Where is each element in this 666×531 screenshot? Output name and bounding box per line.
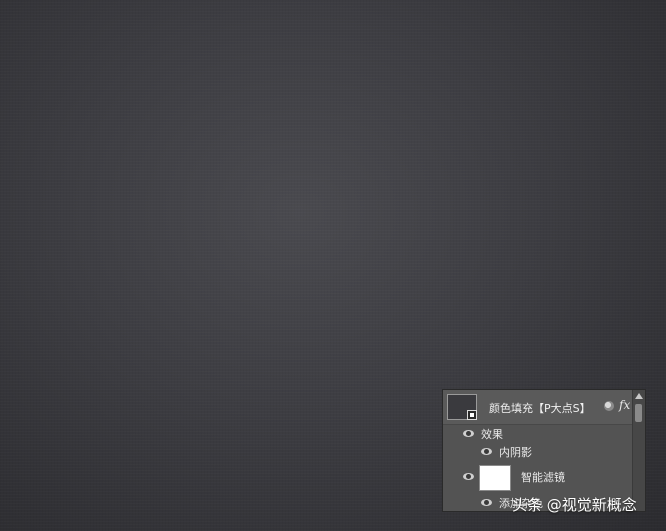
eye-icon[interactable] [463, 473, 474, 480]
eye-icon[interactable] [463, 430, 474, 437]
smart-filter-thumbnail[interactable] [479, 465, 511, 491]
smart-filters-label: 智能滤镜 [521, 471, 565, 484]
scroll-up-arrow-icon[interactable] [635, 393, 643, 399]
layer-thumbnail-icon[interactable] [447, 394, 477, 420]
fill-layer-badge-icon [467, 410, 477, 420]
layer-row-color-fill[interactable]: 颜色填充【P大点S】 fx [443, 390, 633, 425]
effects-label: 效果 [481, 428, 503, 441]
inner-shadow-label[interactable]: 内阴影 [499, 444, 532, 460]
fx-icon[interactable]: fx [619, 398, 630, 412]
eye-icon[interactable] [481, 448, 492, 455]
watermark-text: 头条 @视觉新概念 [512, 496, 637, 514]
eye-icon[interactable] [481, 499, 492, 506]
scrollbar[interactable] [632, 390, 645, 511]
layer-name[interactable]: 颜色填充【P大点S】 [489, 400, 591, 416]
link-icon[interactable] [604, 401, 614, 411]
scroll-thumb[interactable] [635, 404, 642, 422]
